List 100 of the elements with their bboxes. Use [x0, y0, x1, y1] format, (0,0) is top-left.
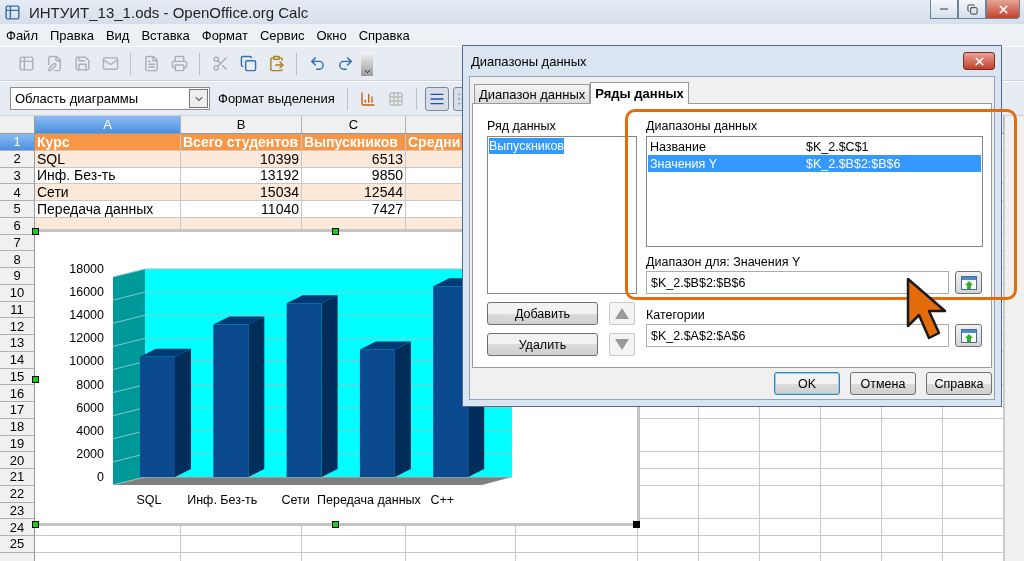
selection-handle[interactable] [32, 228, 39, 235]
menu-item[interactable]: Вид [99, 27, 136, 43]
axis-tick-label: 12000 [69, 331, 104, 346]
close-button[interactable] [986, 0, 1020, 19]
axis-tick-label: 6000 [76, 400, 104, 415]
dialog-button[interactable]: Отмена [850, 372, 916, 395]
move-down-button[interactable] [609, 333, 635, 356]
range-value: $K_2.$C$1 [806, 139, 869, 154]
dialog-button[interactable]: Справка [926, 372, 992, 395]
toolbar-overflow-button[interactable] [361, 51, 373, 76]
menu-item[interactable]: Справка [352, 27, 416, 43]
row-header[interactable]: 5 [0, 201, 35, 218]
range-select-button[interactable] [955, 271, 982, 294]
close-button[interactable] [963, 52, 995, 70]
column-header[interactable]: C [302, 116, 406, 134]
clipboard-icon [267, 55, 285, 72]
pointer-cursor-icon [905, 276, 949, 342]
row-header[interactable]: 25 [0, 536, 35, 553]
ranges-list[interactable]: Название $K_2.$C$1 Значения Y $K_2.$B$2:$B$6 [646, 136, 983, 247]
edit-file-icon [45, 55, 63, 72]
menu-item[interactable]: Окно [310, 27, 353, 43]
remove-button[interactable]: Удалить [487, 333, 598, 356]
undo-icon [308, 55, 326, 72]
menu-item[interactable]: Вставка [135, 27, 196, 43]
table-icon [387, 90, 404, 107]
tab[interactable]: Диапазон данных [474, 84, 591, 103]
table-cell: Сети [35, 184, 181, 201]
dialog-title: Диапазоны данных [470, 53, 587, 69]
table-cell: Выпускников [302, 134, 406, 151]
row-header[interactable]: 12 [0, 318, 35, 335]
axis-tick-label: 0 [97, 470, 104, 484]
object-select[interactable]: Область диаграммы [10, 87, 210, 110]
menu-item[interactable]: Формат [195, 27, 254, 43]
restore-button[interactable] [958, 0, 986, 19]
menu-item[interactable]: Файл [0, 27, 44, 43]
category-label: Передача данных [317, 493, 421, 507]
range-role: Название [649, 139, 707, 154]
down-triangle-icon [615, 339, 629, 350]
selection-handle[interactable] [332, 521, 339, 528]
category-label: C++ [430, 493, 454, 507]
minimize-button[interactable] [930, 0, 958, 19]
selection-handle[interactable] [332, 228, 339, 235]
row-header[interactable]: 9 [0, 268, 35, 285]
range-select-button[interactable] [955, 324, 982, 347]
menu-item[interactable]: Правка [43, 27, 100, 43]
axis-tick-label: 18000 [69, 262, 104, 276]
row-header[interactable]: 13 [0, 335, 35, 352]
row-header[interactable]: 20 [0, 452, 35, 469]
menu-item[interactable]: Сервис [253, 27, 311, 43]
scissors-icon [211, 55, 229, 72]
range-role: Значения Y [649, 156, 719, 171]
chart-icon [359, 90, 376, 107]
column-header[interactable]: B [181, 116, 302, 134]
tab[interactable]: Ряды данных [590, 82, 689, 104]
vertical-scrollbar[interactable] [1004, 116, 1024, 561]
table-icon [17, 55, 35, 72]
select-all-corner[interactable] [0, 116, 35, 134]
restore-icon [966, 3, 978, 15]
axis-tick-label: 4000 [76, 423, 104, 438]
table-cell: 15034 [181, 184, 302, 201]
axis-tick-label: 2000 [76, 446, 104, 461]
range-select-icon [960, 275, 977, 290]
category-label: SQL [136, 493, 162, 507]
toolbar-button[interactable] [424, 86, 449, 111]
close-icon [972, 54, 986, 68]
category-label: Сети [281, 493, 310, 507]
copy-icon [239, 55, 257, 72]
row-header[interactable]: 8 [0, 251, 35, 268]
row-header[interactable]: 21 [0, 469, 35, 486]
axis-tick-label: 8000 [76, 377, 104, 392]
series-label: Ряд данных [487, 118, 557, 134]
selection-handle[interactable] [32, 376, 39, 383]
row-header[interactable]: 17 [0, 402, 35, 419]
axis-tick-label: 16000 [69, 285, 104, 300]
table-cell: 12544 [302, 184, 406, 201]
move-up-button[interactable] [609, 302, 635, 325]
selection-handle[interactable] [633, 521, 640, 528]
add-button[interactable]: Добавить [487, 302, 598, 325]
row-header[interactable]: 4 [0, 184, 35, 201]
table-cell: Всего студентов [181, 134, 302, 151]
list-row[interactable]: Название $K_2.$C$1 [648, 138, 981, 155]
up-triangle-icon [615, 308, 629, 319]
categories-field[interactable]: $K_2.$A$2:$A$6 [646, 324, 949, 347]
row-header[interactable]: 24 [0, 519, 35, 536]
range-for-label: Диапазон для: Значения Y [646, 254, 802, 270]
document-icon [142, 55, 160, 72]
category-label: Инф. Без-ть [187, 493, 258, 507]
range-field[interactable]: $K_2.$B$2:$B$6 [646, 271, 949, 294]
selection-handle[interactable] [32, 521, 39, 528]
close-icon [996, 2, 1010, 16]
table-cell: Курс [35, 134, 181, 151]
envelope-icon [101, 55, 119, 72]
format-selection-button[interactable]: Формат выделения [214, 91, 339, 106]
window-title: ИНТУИТ_13_1.ods - OpenOffice.org Calc [29, 3, 309, 21]
axis-tick-label: 10000 [69, 354, 104, 369]
range-value: $K_2.$B$2:$B$6 [806, 156, 901, 171]
dialog-button[interactable]: OK [774, 372, 840, 395]
floppy-icon [73, 55, 91, 72]
range-select-icon [960, 328, 977, 343]
row-header[interactable]: 16 [0, 385, 35, 402]
